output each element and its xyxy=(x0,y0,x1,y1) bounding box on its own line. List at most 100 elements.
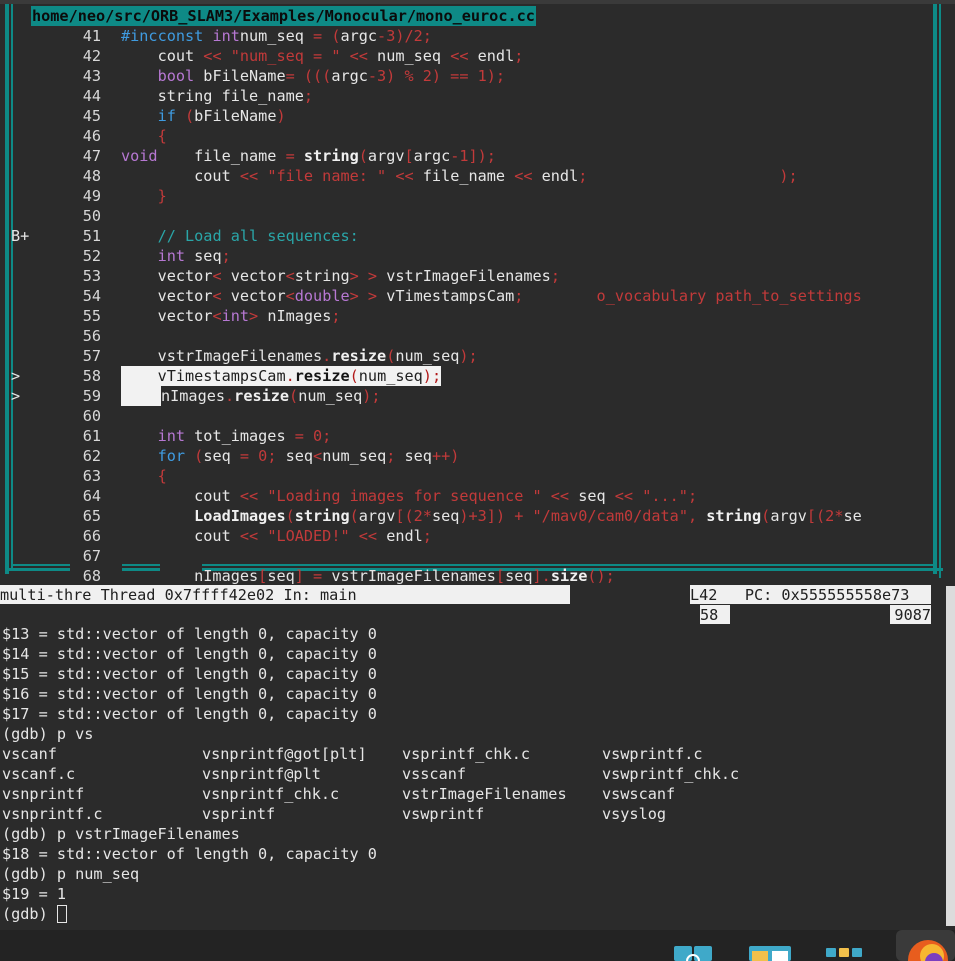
code-token: ; xyxy=(221,247,231,265)
code-token: cout xyxy=(121,47,204,65)
code-token: > > xyxy=(349,267,387,285)
code-text: cout << "LOADED!" << endl; xyxy=(121,526,432,546)
line-number: 68 xyxy=(82,567,101,585)
code-token: cout xyxy=(121,167,240,185)
code-token: (); xyxy=(587,567,615,585)
completion-row: vsnprintf vsnprintf_chk.c vstrImageFilenam… xyxy=(2,784,802,804)
terminal-scrollbar[interactable] xyxy=(946,586,955,926)
completion-item: vswprintf.c xyxy=(602,745,703,763)
line-number: 54 xyxy=(82,287,101,305)
code-token: = 0; xyxy=(294,427,332,445)
code-token: string xyxy=(294,267,350,285)
code-token: bFileName xyxy=(194,107,277,125)
source-window[interactable]: home/neo/src/ORB_SLAM3/Examples/Monocula… xyxy=(0,4,955,585)
code-token: seq xyxy=(267,567,295,585)
completion-item: vsnprintf_chk.c xyxy=(202,785,340,803)
code-token: [(2* xyxy=(395,507,432,525)
breakpoint-marker[interactable]: > xyxy=(11,386,41,406)
gdb-prompt-line[interactable]: (gdb) xyxy=(2,904,802,924)
code-token: , xyxy=(687,507,707,525)
code-token: ( xyxy=(194,447,204,465)
code-token: "file name: " xyxy=(267,167,396,185)
code-token: seq xyxy=(505,567,533,585)
code-token: "/mav0/cam0/data" xyxy=(532,507,688,525)
completion-item: vsprintf xyxy=(202,805,276,823)
firefox-icon[interactable] xyxy=(896,930,955,961)
source-file-title: home/neo/src/ORB_SLAM3/Examples/Monocula… xyxy=(31,6,536,26)
code-token: } xyxy=(157,187,167,205)
code-token: -3)/2; xyxy=(377,27,432,45)
line-number: 46 xyxy=(82,127,101,145)
network-icon[interactable] xyxy=(674,946,714,961)
code-token: se xyxy=(843,507,862,525)
gdb-console[interactable]: $13 = std::vector of length 0, capacity … xyxy=(2,624,802,924)
code-token: num_seq xyxy=(298,387,363,405)
code-token: vstrImageFilenames xyxy=(121,347,323,365)
code-token: "Loading images for sequence " xyxy=(267,487,551,505)
line-number: 61 xyxy=(82,427,101,445)
text-cursor[interactable] xyxy=(56,905,67,923)
code-token: resize xyxy=(234,387,290,405)
code-token: string xyxy=(303,147,359,165)
code-token: ( xyxy=(289,387,299,405)
code-token: ; xyxy=(331,307,341,325)
code-token: ] = xyxy=(294,567,332,585)
breakpoint-marker[interactable]: > xyxy=(11,366,41,386)
status-bar-line: 58 xyxy=(700,605,730,624)
line-number: 58 xyxy=(82,367,101,385)
code-token: seq xyxy=(285,447,314,465)
code-text: string file_name; xyxy=(121,86,313,106)
line-number: 59 xyxy=(82,387,101,405)
code-token: string file_name xyxy=(121,87,304,105)
completion-item: vscanf.c xyxy=(2,765,76,783)
file-manager-icon[interactable] xyxy=(749,946,791,961)
code-token: ( xyxy=(185,107,195,125)
code-token: << xyxy=(395,167,423,185)
code-token: argc xyxy=(331,67,368,85)
code-token: vector xyxy=(121,267,213,285)
code-token: < xyxy=(212,267,231,285)
frame-right-outer xyxy=(939,4,941,578)
gdb-output: $14 = std::vector of length 0, capacity … xyxy=(2,645,377,663)
code-token: ) xyxy=(276,107,286,125)
completion-row: vsnprintf.c vsprintf vswprintf vsyslog xyxy=(2,804,802,824)
code-token: int xyxy=(212,27,240,45)
code-text: cout << "num_seq = " << num_seq << endl; xyxy=(121,46,524,66)
apps-grid-icon[interactable] xyxy=(826,948,868,961)
gdb-command: (gdb) p vs xyxy=(2,725,94,743)
code-token: vTimestampsCam xyxy=(386,287,515,305)
code-token: vector xyxy=(230,287,286,305)
code-token: seq xyxy=(431,507,460,525)
frame-left-inner xyxy=(11,4,13,568)
code-token: > xyxy=(249,307,268,325)
line-number: 60 xyxy=(82,407,101,425)
completion-item: vsnprintf.c xyxy=(2,805,103,823)
code-token: resize xyxy=(331,347,387,365)
line-number: 50 xyxy=(82,207,101,225)
code-token: < xyxy=(285,287,295,305)
breakpoint-marker[interactable]: B+ xyxy=(11,226,41,246)
code-token: num_seq xyxy=(395,347,460,365)
gdb-output: $19 = 1 xyxy=(2,885,67,903)
code-token: < xyxy=(313,447,323,465)
line-number: 64 xyxy=(82,487,101,505)
completion-item: vstrImageFilenames xyxy=(402,785,567,803)
code-token: ; xyxy=(687,487,698,505)
code-token: ++) xyxy=(431,447,460,465)
code-text: } xyxy=(121,186,167,206)
code-token: int xyxy=(221,307,250,325)
code-token: ( xyxy=(349,367,359,385)
code-token: ]. xyxy=(532,567,551,585)
code-token: nImages xyxy=(121,567,259,585)
code-token: vector xyxy=(121,287,213,305)
code-token: ); xyxy=(422,367,442,385)
code-token: "LOADED!" xyxy=(267,527,359,545)
code-token: argv xyxy=(358,507,396,525)
line-number: 67 xyxy=(82,547,101,565)
line-number: 41 xyxy=(82,27,101,45)
gdb-completions: vscanf vsnprintf@got[plt] vsprintf_chk.c vs… xyxy=(2,744,802,824)
line-number: 63 xyxy=(82,467,101,485)
